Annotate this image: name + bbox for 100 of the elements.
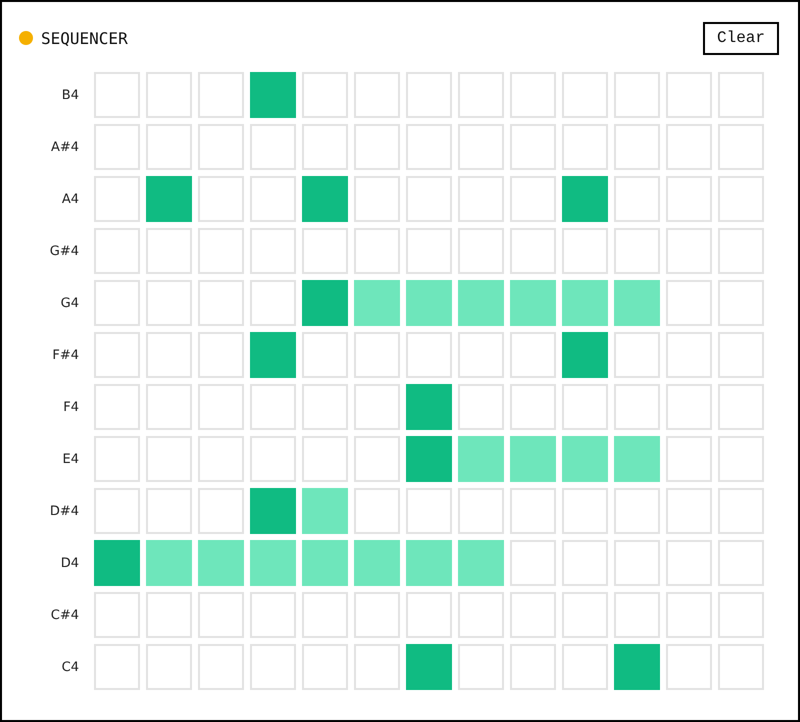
empty-step-cell[interactable] — [302, 592, 348, 638]
sustain-step-cell[interactable] — [250, 540, 296, 586]
empty-step-cell[interactable] — [510, 176, 556, 222]
sustain-step-cell[interactable] — [614, 280, 660, 326]
sustain-step-cell[interactable] — [302, 540, 348, 586]
empty-step-cell[interactable] — [562, 644, 608, 690]
note-step-cell[interactable] — [302, 176, 348, 222]
note-step-cell[interactable] — [250, 488, 296, 534]
note-step-cell[interactable] — [406, 384, 452, 430]
empty-step-cell[interactable] — [302, 436, 348, 482]
empty-step-cell[interactable] — [250, 176, 296, 222]
empty-step-cell[interactable] — [614, 592, 660, 638]
empty-step-cell[interactable] — [718, 644, 764, 690]
empty-step-cell[interactable] — [94, 488, 140, 534]
empty-step-cell[interactable] — [666, 644, 712, 690]
empty-step-cell[interactable] — [718, 228, 764, 274]
empty-step-cell[interactable] — [250, 644, 296, 690]
empty-step-cell[interactable] — [302, 228, 348, 274]
empty-step-cell[interactable] — [614, 332, 660, 378]
empty-step-cell[interactable] — [198, 436, 244, 482]
empty-step-cell[interactable] — [718, 124, 764, 170]
empty-step-cell[interactable] — [302, 332, 348, 378]
empty-step-cell[interactable] — [302, 644, 348, 690]
sustain-step-cell[interactable] — [354, 280, 400, 326]
empty-step-cell[interactable] — [458, 124, 504, 170]
empty-step-cell[interactable] — [718, 72, 764, 118]
note-step-cell[interactable] — [302, 280, 348, 326]
empty-step-cell[interactable] — [406, 176, 452, 222]
note-step-cell[interactable] — [562, 176, 608, 222]
empty-step-cell[interactable] — [510, 488, 556, 534]
empty-step-cell[interactable] — [406, 488, 452, 534]
empty-step-cell[interactable] — [198, 332, 244, 378]
empty-step-cell[interactable] — [406, 228, 452, 274]
empty-step-cell[interactable] — [510, 592, 556, 638]
empty-step-cell[interactable] — [406, 124, 452, 170]
empty-step-cell[interactable] — [302, 124, 348, 170]
empty-step-cell[interactable] — [198, 72, 244, 118]
empty-step-cell[interactable] — [510, 540, 556, 586]
empty-step-cell[interactable] — [718, 540, 764, 586]
empty-step-cell[interactable] — [354, 124, 400, 170]
empty-step-cell[interactable] — [666, 228, 712, 274]
note-step-cell[interactable] — [250, 72, 296, 118]
empty-step-cell[interactable] — [562, 540, 608, 586]
empty-step-cell[interactable] — [250, 124, 296, 170]
empty-step-cell[interactable] — [666, 384, 712, 430]
empty-step-cell[interactable] — [458, 384, 504, 430]
empty-step-cell[interactable] — [250, 592, 296, 638]
empty-step-cell[interactable] — [614, 540, 660, 586]
note-step-cell[interactable] — [406, 644, 452, 690]
empty-step-cell[interactable] — [146, 436, 192, 482]
empty-step-cell[interactable] — [94, 436, 140, 482]
empty-step-cell[interactable] — [198, 384, 244, 430]
empty-step-cell[interactable] — [198, 488, 244, 534]
empty-step-cell[interactable] — [146, 124, 192, 170]
empty-step-cell[interactable] — [94, 280, 140, 326]
empty-step-cell[interactable] — [146, 644, 192, 690]
empty-step-cell[interactable] — [666, 72, 712, 118]
sustain-step-cell[interactable] — [198, 540, 244, 586]
clear-button[interactable]: Clear — [702, 22, 779, 54]
empty-step-cell[interactable] — [718, 592, 764, 638]
empty-step-cell[interactable] — [562, 124, 608, 170]
sustain-step-cell[interactable] — [406, 280, 452, 326]
sustain-step-cell[interactable] — [458, 540, 504, 586]
note-step-cell[interactable] — [614, 644, 660, 690]
empty-step-cell[interactable] — [146, 280, 192, 326]
empty-step-cell[interactable] — [198, 280, 244, 326]
empty-step-cell[interactable] — [406, 592, 452, 638]
empty-step-cell[interactable] — [718, 332, 764, 378]
note-step-cell[interactable] — [146, 176, 192, 222]
empty-step-cell[interactable] — [354, 176, 400, 222]
empty-step-cell[interactable] — [354, 592, 400, 638]
empty-step-cell[interactable] — [510, 644, 556, 690]
empty-step-cell[interactable] — [94, 644, 140, 690]
note-step-cell[interactable] — [406, 436, 452, 482]
empty-step-cell[interactable] — [458, 488, 504, 534]
empty-step-cell[interactable] — [510, 228, 556, 274]
empty-step-cell[interactable] — [666, 540, 712, 586]
empty-step-cell[interactable] — [94, 124, 140, 170]
note-step-cell[interactable] — [562, 332, 608, 378]
empty-step-cell[interactable] — [406, 332, 452, 378]
sustain-step-cell[interactable] — [302, 488, 348, 534]
empty-step-cell[interactable] — [354, 644, 400, 690]
empty-step-cell[interactable] — [198, 228, 244, 274]
sustain-step-cell[interactable] — [458, 436, 504, 482]
sustain-step-cell[interactable] — [510, 436, 556, 482]
empty-step-cell[interactable] — [198, 592, 244, 638]
empty-step-cell[interactable] — [250, 228, 296, 274]
empty-step-cell[interactable] — [562, 488, 608, 534]
empty-step-cell[interactable] — [302, 384, 348, 430]
empty-step-cell[interactable] — [458, 72, 504, 118]
empty-step-cell[interactable] — [562, 228, 608, 274]
empty-step-cell[interactable] — [94, 228, 140, 274]
empty-step-cell[interactable] — [614, 488, 660, 534]
sustain-step-cell[interactable] — [510, 280, 556, 326]
empty-step-cell[interactable] — [510, 124, 556, 170]
empty-step-cell[interactable] — [718, 176, 764, 222]
empty-step-cell[interactable] — [614, 72, 660, 118]
empty-step-cell[interactable] — [146, 332, 192, 378]
empty-step-cell[interactable] — [94, 332, 140, 378]
empty-step-cell[interactable] — [458, 228, 504, 274]
